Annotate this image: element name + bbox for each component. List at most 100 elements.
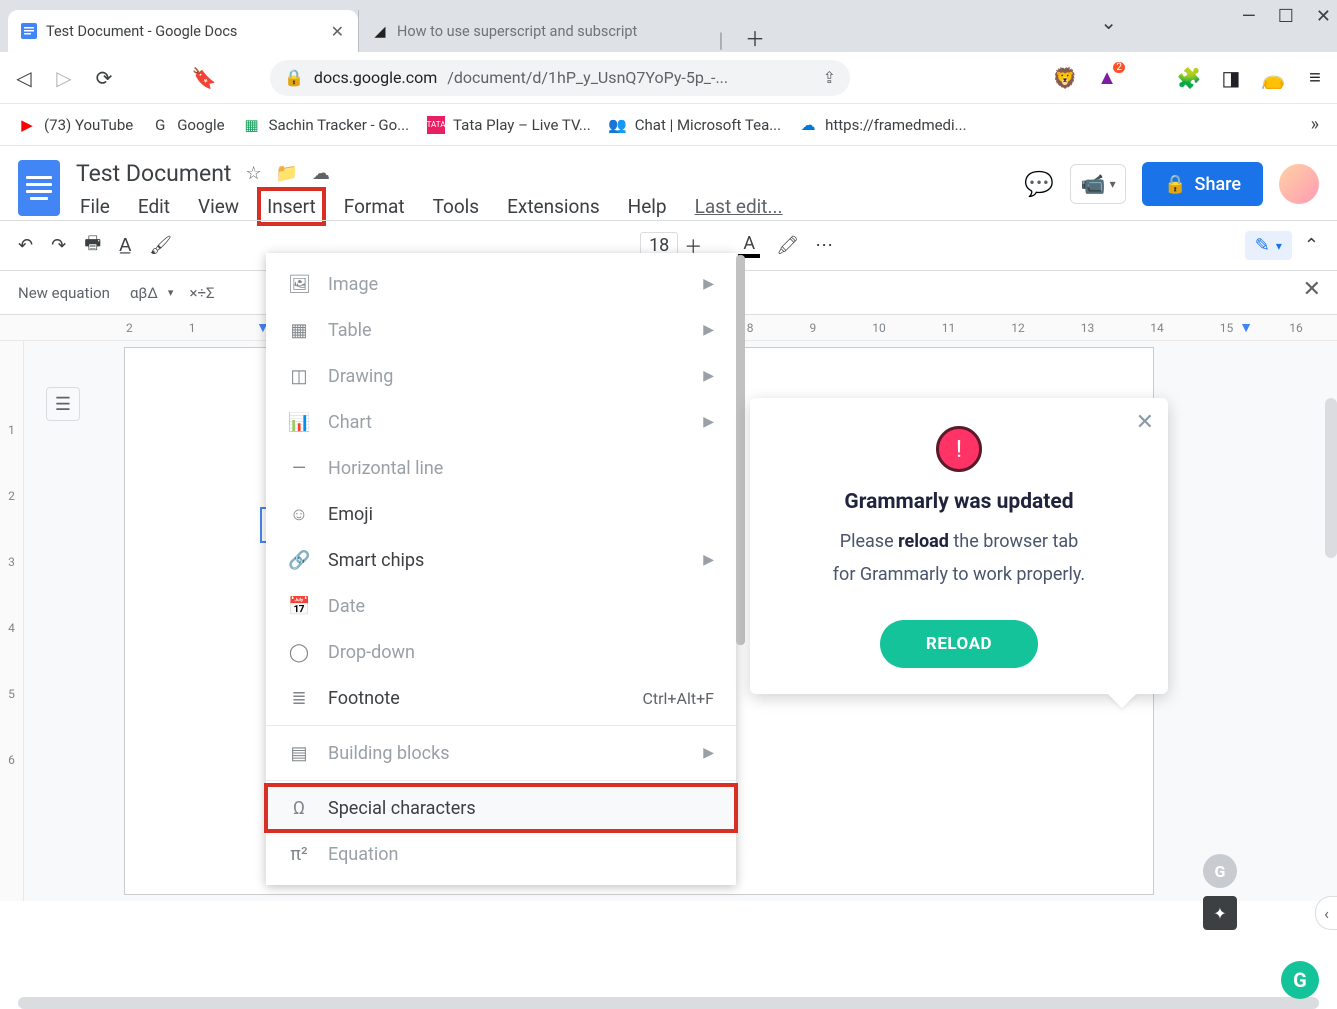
ruler-tick: 2 <box>8 489 15 503</box>
docs-logo-icon[interactable] <box>18 160 60 216</box>
sidepanel-icon[interactable]: ◨ <box>1219 66 1243 90</box>
insert-menu-item[interactable]: ☺Emoji <box>266 491 736 537</box>
bookmark-item[interactable]: GGoogle <box>151 116 224 134</box>
undo-icon[interactable]: ↶ <box>18 235 33 256</box>
menu-item-label: Chart <box>328 412 372 433</box>
bookmark-item[interactable]: ▶ (73) YouTube <box>18 116 133 134</box>
show-side-panel-icon[interactable]: ‹ <box>1315 896 1337 930</box>
window-close-icon[interactable]: ✕ <box>1316 6 1331 27</box>
highlight-color-icon[interactable]: 🖍 <box>776 235 799 256</box>
url-input[interactable]: 🔒 docs.google.com /document/d/1hP_y_UsnQ… <box>270 60 850 96</box>
brave-shield-icon[interactable]: 🦁 <box>1053 66 1077 90</box>
bookmark-label: (73) YouTube <box>44 116 133 134</box>
grammarly-message-line2: for Grammarly to work properly. <box>774 561 1144 588</box>
url-path: /document/d/1hP_y_UsnQ7YoPy-5p_-... <box>447 68 728 87</box>
grammarly-status-icon[interactable]: G <box>1203 854 1237 888</box>
spellcheck-icon[interactable]: A̲ <box>119 235 131 256</box>
mode-dropdown-icon: ▾ <box>1276 239 1282 253</box>
comments-icon[interactable]: 💬 <box>1024 170 1054 198</box>
window-minimize-icon[interactable]: ― <box>1242 6 1256 27</box>
grammarly-close-icon[interactable]: ✕ <box>1136 410 1154 435</box>
insert-menu-item[interactable]: 🖼Image▶ <box>266 261 736 307</box>
share-url-icon[interactable]: ⇪ <box>823 68 836 87</box>
browser-tab-strip: Test Document - Google Docs ✕ ◢ How to u… <box>0 0 1337 52</box>
indent-marker-right-icon[interactable]: ▼ <box>1239 319 1253 336</box>
explore-button[interactable]: ✦ <box>1203 896 1237 930</box>
insert-menu-item[interactable]: 📅Date <box>266 583 736 629</box>
bookmark-page-icon[interactable]: 🔖 <box>190 64 218 92</box>
menu-edit[interactable]: Edit <box>134 193 174 220</box>
grammarly-reload-button[interactable]: RELOAD <box>880 620 1038 668</box>
math-ops-button[interactable]: ×÷Σ <box>189 284 214 302</box>
nav-back-icon[interactable]: ◁ <box>10 64 38 92</box>
browser-tab-active[interactable]: Test Document - Google Docs ✕ <box>8 10 358 52</box>
insert-menu-item[interactable]: ▤Building blocks▶ <box>266 730 736 776</box>
insert-menu-item[interactable]: ≣FootnoteCtrl+Alt+F <box>266 675 736 721</box>
new-equation-button[interactable]: New equation <box>18 284 110 302</box>
editing-mode-button[interactable]: ✎▾ <box>1245 231 1292 260</box>
insert-menu-item[interactable]: π²Equation <box>266 831 736 877</box>
cloud-status-icon[interactable]: ☁ <box>312 163 330 184</box>
vertical-scrollbar[interactable] <box>1325 398 1337 558</box>
window-maximize-icon[interactable]: ☐ <box>1278 6 1294 27</box>
tab-search-icon[interactable]: ⌄ <box>1100 10 1117 34</box>
move-icon[interactable]: 📁 <box>276 163 298 184</box>
bookmark-label: Google <box>177 116 224 134</box>
collapse-toolbar-icon[interactable]: ⌃ <box>1304 235 1319 256</box>
nav-reload-icon[interactable]: ⟳ <box>90 64 118 92</box>
menu-help[interactable]: Help <box>624 193 671 220</box>
menu-item-icon: ≣ <box>288 688 310 709</box>
print-icon[interactable]: 🖶 <box>84 231 101 261</box>
insert-menu-item[interactable]: —Horizontal line <box>266 445 736 491</box>
star-icon[interactable]: ☆ <box>245 163 261 184</box>
menu-tools[interactable]: Tools <box>429 193 484 220</box>
share-button[interactable]: 🔒Share <box>1142 162 1263 206</box>
insert-menu-item[interactable]: ◯Drop-down <box>266 629 736 675</box>
insert-menu-item[interactable]: 🔗Smart chips▶ <box>266 537 736 583</box>
menu-view[interactable]: View <box>194 193 243 220</box>
url-host: docs.google.com <box>314 68 437 87</box>
nav-forward-icon[interactable]: ▷ <box>50 64 78 92</box>
last-edit-link[interactable]: Last edit... <box>691 193 787 220</box>
wallet-icon[interactable]: 👝 <box>1261 66 1285 90</box>
menu-file[interactable]: File <box>76 193 114 220</box>
show-outline-button[interactable]: ☰ <box>46 387 80 421</box>
meet-button[interactable]: 📹▾ <box>1070 164 1126 204</box>
insert-menu-item[interactable]: ◫Drawing▶ <box>266 353 736 399</box>
new-tab-button[interactable]: ＋ <box>740 22 770 52</box>
bookmark-item[interactable]: TATATata Play – Live TV... <box>427 116 591 134</box>
bookmark-item[interactable]: ▦Sachin Tracker - Go... <box>243 116 409 134</box>
ruler-tick: 13 <box>1081 321 1095 335</box>
extensions-icon[interactable]: 🧩 <box>1177 66 1201 90</box>
ruler-tick: 8 <box>747 321 754 335</box>
menu-separator <box>266 725 736 726</box>
insert-menu-item[interactable]: ΩSpecial characters <box>266 785 736 831</box>
browser-menu-icon[interactable]: ≡ <box>1303 66 1327 90</box>
document-title[interactable]: Test Document <box>76 160 231 187</box>
paint-format-icon[interactable]: 🖌 <box>149 235 172 256</box>
grammarly-badge-icon[interactable]: G <box>1281 961 1319 999</box>
browser-tab-inactive[interactable]: ◢ How to use superscript and subscript <box>358 10 708 52</box>
account-avatar[interactable] <box>1279 164 1319 204</box>
bookmark-item[interactable]: 👥Chat | Microsoft Tea... <box>609 116 781 134</box>
youtube-icon: ▶ <box>18 116 36 134</box>
horizontal-scrollbar[interactable] <box>18 997 1319 1009</box>
insert-menu-item[interactable]: 📊Chart▶ <box>266 399 736 445</box>
menu-format[interactable]: Format <box>340 193 409 220</box>
menu-extensions[interactable]: Extensions <box>503 193 604 220</box>
menu-item-label: Special characters <box>328 798 476 819</box>
bookmarks-overflow-icon[interactable]: » <box>1311 114 1319 135</box>
bookmark-item[interactable]: ☁https://framedmedi... <box>799 116 966 134</box>
more-tools-icon[interactable]: ⋯ <box>815 235 833 256</box>
onedrive-icon: ☁ <box>799 116 817 134</box>
greek-letters-button[interactable]: αβΔ <box>130 284 158 302</box>
insert-menu-item[interactable]: ▦Table▶ <box>266 307 736 353</box>
tab-close-icon[interactable]: ✕ <box>331 22 344 41</box>
vertical-ruler[interactable]: 123456 <box>0 341 24 901</box>
redo-icon[interactable]: ↷ <box>51 235 66 256</box>
bookmark-label: Chat | Microsoft Tea... <box>635 116 781 134</box>
brave-rewards-icon[interactable]: ▲2 <box>1095 66 1119 90</box>
menu-insert[interactable]: Insert <box>263 193 320 220</box>
close-equation-toolbar-icon[interactable]: ✕ <box>1303 277 1321 302</box>
dropdown-scrollbar[interactable] <box>736 255 745 645</box>
